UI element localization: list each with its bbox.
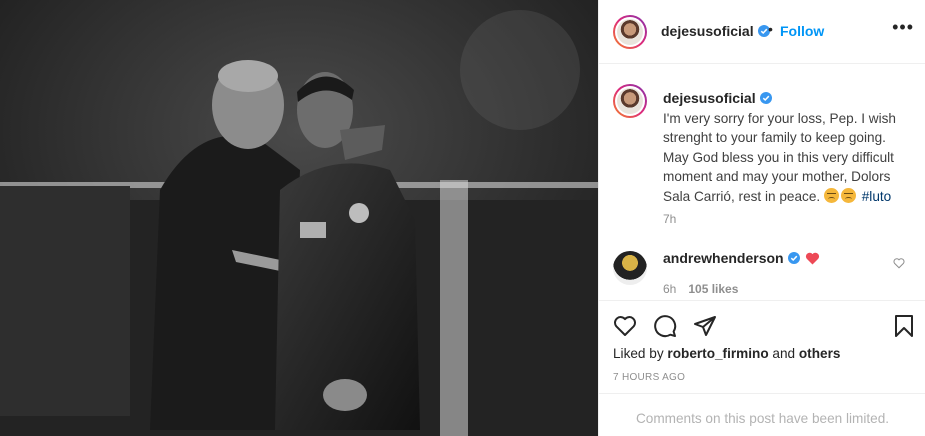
liked-by-connector: and bbox=[772, 346, 796, 361]
heart-icon[interactable] bbox=[613, 314, 637, 338]
bookmark-icon[interactable] bbox=[892, 314, 916, 338]
comment-icon[interactable] bbox=[653, 314, 677, 338]
divider bbox=[599, 300, 925, 301]
comment: andrewhenderson bbox=[663, 250, 820, 266]
disappointed-face-emoji-icon bbox=[840, 187, 856, 203]
comments-limited-notice: Comments on this post have been limited. bbox=[635, 411, 890, 426]
avatar[interactable] bbox=[613, 15, 647, 49]
liked-by-user[interactable]: roberto_firmino bbox=[667, 346, 768, 361]
caption-timestamp[interactable]: 7h bbox=[663, 212, 676, 226]
more-options-icon[interactable]: ••• bbox=[892, 18, 914, 36]
post-sidebar: dejesusoficial • Follow ••• dejesusofici… bbox=[598, 0, 925, 436]
liked-by-prefix: Liked by bbox=[613, 346, 664, 361]
liked-by: Liked by roberto_firmino and others bbox=[613, 346, 840, 361]
post-timestamp[interactable]: 7 HOURS AGO bbox=[613, 372, 685, 383]
instagram-post: dejesusoficial • Follow ••• dejesusofici… bbox=[0, 0, 925, 436]
comment-avatar[interactable] bbox=[613, 251, 647, 285]
caption-avatar[interactable] bbox=[613, 84, 647, 118]
verified-badge-icon bbox=[787, 252, 800, 264]
header-username[interactable]: dejesusoficial bbox=[661, 23, 770, 39]
header-username-text[interactable]: dejesusoficial bbox=[661, 23, 754, 39]
post-header: dejesusoficial • Follow ••• bbox=[599, 0, 925, 64]
caption-body: I'm very sorry for your loss, Pep. I wis… bbox=[663, 109, 915, 207]
comment-likes[interactable]: 105 likes bbox=[688, 282, 738, 296]
verified-badge-icon bbox=[759, 92, 772, 104]
share-icon[interactable] bbox=[693, 314, 717, 338]
red-heart-icon bbox=[806, 252, 820, 265]
caption: dejesusoficial I'm very sorry for your l… bbox=[663, 89, 915, 207]
hashtag-link[interactable]: #luto bbox=[862, 189, 891, 204]
comment-username[interactable]: andrewhenderson bbox=[663, 250, 784, 266]
like-comment-icon[interactable] bbox=[893, 257, 905, 269]
post-photo[interactable] bbox=[0, 0, 598, 436]
liked-by-others[interactable]: others bbox=[799, 346, 841, 361]
photo-image bbox=[0, 0, 598, 436]
disappointed-face-emoji-icon bbox=[823, 187, 839, 203]
follow-button[interactable]: Follow bbox=[780, 23, 824, 39]
divider bbox=[599, 393, 925, 394]
caption-username[interactable]: dejesusoficial bbox=[663, 90, 756, 106]
action-bar bbox=[599, 306, 925, 346]
separator-bullet: • bbox=[768, 21, 773, 37]
comment-timestamp[interactable]: 6h bbox=[663, 282, 676, 296]
comment-meta: 6h 105 likes bbox=[663, 282, 738, 296]
